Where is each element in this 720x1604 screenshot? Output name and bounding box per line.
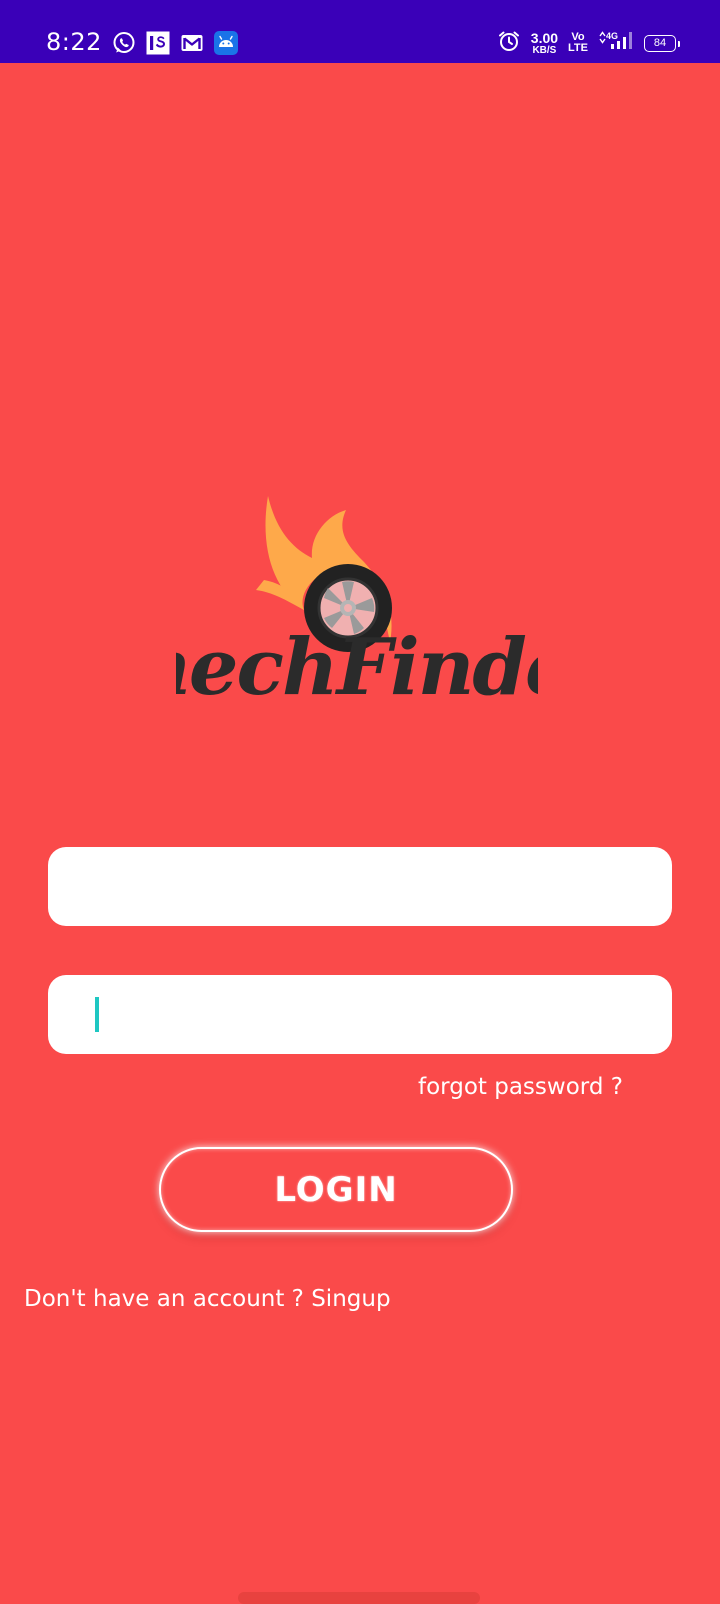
signup-prompt-text: Don't have an account ? [24, 1286, 304, 1312]
gmail-icon [180, 32, 204, 54]
volte-indicator: Vo LTE [568, 32, 588, 54]
system-icons: 3.00 KB/S Vo LTE 4G 84 [497, 28, 680, 58]
network-speed: 3.00 KB/S [531, 31, 558, 56]
android-icon [214, 31, 238, 55]
brand-name: mechFinder [176, 622, 538, 713]
alarm-icon [497, 29, 521, 58]
network-speed-value: 3.00 [530, 29, 559, 46]
volte-bottom: LTE [568, 42, 588, 54]
password-field[interactable] [48, 975, 672, 1054]
battery-indicator: 84 [644, 34, 680, 52]
signup-prompt: Don't have an account ? Singup [24, 1286, 391, 1312]
battery-level: 84 [653, 37, 667, 49]
text-cursor [95, 997, 99, 1032]
notification-icons [112, 30, 238, 56]
password-input[interactable] [96, 988, 624, 1041]
email-input[interactable] [96, 860, 624, 913]
gesture-navigation-bar[interactable] [238, 1592, 480, 1604]
whatsapp-icon [112, 31, 136, 55]
network-speed-unit: KB/S [532, 44, 557, 56]
login-button[interactable]: LOGIN [159, 1147, 513, 1232]
email-field[interactable] [48, 847, 672, 926]
signup-link[interactable]: Singup [311, 1286, 390, 1312]
status-time: 8:22 [46, 28, 102, 56]
signal-4g-icon: 4G [598, 29, 634, 58]
forgot-password-link[interactable]: forgot password ? [418, 1074, 623, 1100]
is-app-icon [146, 31, 170, 55]
app-logo: mechFinder [176, 492, 538, 714]
status-bar: 8:22 3.00 KB/S Vo LTE 4G 84 [0, 0, 720, 63]
network-type-label: 4G [606, 31, 618, 41]
